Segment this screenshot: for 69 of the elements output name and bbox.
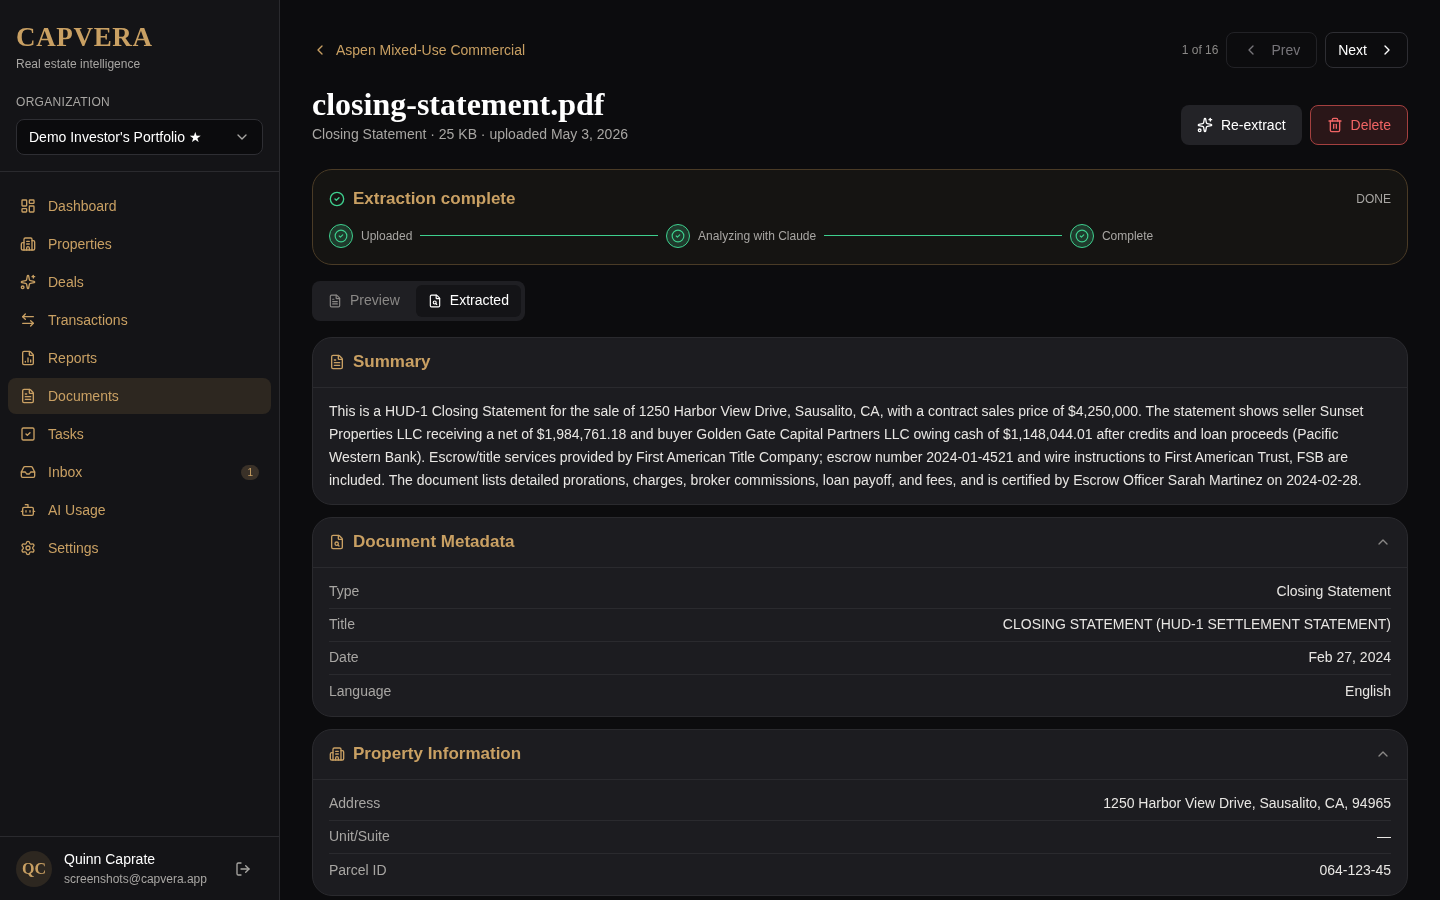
section-title: Document Metadata (353, 531, 515, 554)
delete-button[interactable]: Delete (1309, 105, 1408, 145)
trash-icon (1326, 117, 1343, 133)
user-avatar: QC (16, 850, 52, 887)
file-search-icon (427, 293, 442, 308)
breadcrumb-link[interactable]: Aspen Mixed-Use Commercial (312, 39, 526, 61)
user-email: screenshots@capvera.app (64, 871, 208, 888)
field-label: Language (329, 681, 392, 701)
robot-icon (20, 502, 36, 518)
settings-icon (20, 540, 36, 556)
field-value: 1250 Harbor View Drive, Sausalito, CA, 94965 (1103, 794, 1391, 813)
section-title: Summary (353, 351, 431, 374)
status-label: DONE (1356, 190, 1391, 208)
field-value: — (1377, 827, 1391, 846)
view-tab[interactable]: Extracted (415, 284, 521, 317)
arrows-icon (20, 312, 36, 328)
checkbox-icon (20, 426, 36, 442)
summary-text: This is a HUD-1 Closing Statement for the sale of 1250 Harbor View Drive, Sausalito, CA, with a contract sales price of $4,250,000. The statement shows seller Sunset Properties LLC receiving a net of $1,984,761.18 and buyer Golden Gate Capital Partners LLC owing cash of $1,148,044.01 after credits and loan proceeds (Pacific Western Bank). Escrow/title services provided by First American Title Company; escrow number 2024-01-4521 and wire instructions to First American Trust, FSB are included. The document lists detailed prorations, charges, broker commissions, loan payoff, and fees, and is certified by Escrow Officer Sarah Martinez on 2024-02-28. (328, 401, 1365, 490)
field-value: Closing Statement (1276, 582, 1391, 601)
nav-item[interactable]: Inbox 1 (8, 454, 271, 490)
sparkles-icon (1196, 117, 1213, 133)
brand-logo: CAPVERA (16, 24, 154, 51)
page-position: 1 of 16 (1181, 42, 1219, 59)
field-label: Date (329, 648, 359, 667)
nav-item[interactable]: Deals (8, 264, 271, 300)
nav-item[interactable]: Settings (8, 530, 271, 566)
document-title: closing-statement.pdf (312, 85, 606, 124)
organization-label: ORGANIZATION (16, 94, 112, 111)
brand-tagline: Real estate intelligence (16, 56, 142, 73)
field-label: Type (329, 582, 360, 601)
building-icon (20, 236, 36, 252)
nav-item[interactable]: AI Usage (8, 492, 271, 528)
building-icon (329, 746, 345, 762)
document-meta: Closing Statement · 25 KB · uploaded May 3, 2026 (312, 125, 628, 144)
document-icon (329, 354, 345, 370)
user-name: Quinn Caprate (64, 850, 157, 869)
document-icon (328, 293, 342, 308)
step-label: Complete (1101, 227, 1154, 245)
field-value: English (1345, 681, 1391, 701)
sparkles-icon (20, 274, 36, 290)
section-title: Property Information (353, 743, 522, 766)
field-label: Parcel ID (329, 860, 387, 880)
field-label: Unit/Suite (329, 827, 390, 846)
file-search-icon (329, 534, 345, 550)
field-label: Title (329, 615, 355, 634)
report-icon (20, 350, 36, 366)
field-label: Address (329, 794, 381, 813)
inbox-icon (20, 464, 36, 480)
extraction-title: Extraction complete (353, 188, 516, 210)
nav-item[interactable]: Tasks (8, 416, 271, 452)
field-value: CLOSING STATEMENT (HUD-1 SETTLEMENT STATEMENT) (1002, 615, 1391, 634)
step-label: Analyzing with Claude (698, 227, 817, 245)
nav-item[interactable]: Transactions (8, 302, 271, 338)
organization-select[interactable]: Demo Investor's Portfolio ★ (16, 119, 263, 155)
check-circle-icon (329, 190, 345, 207)
dashboard-icon (20, 198, 36, 214)
document-icon (20, 388, 36, 404)
nav-item[interactable]: Documents (8, 378, 271, 414)
field-value: Feb 27, 2024 (1308, 648, 1391, 667)
step-label: Uploaded (361, 227, 413, 245)
logout-icon[interactable] (235, 860, 251, 877)
view-tab[interactable]: Preview (316, 284, 412, 317)
nav-item[interactable]: Reports (8, 340, 271, 376)
re-extract-button[interactable]: Re-extract (1180, 105, 1302, 145)
nav-item[interactable]: Dashboard (8, 188, 271, 224)
count-badge: 1 (241, 464, 259, 480)
nav-item[interactable]: Properties (8, 226, 271, 262)
field-value: 064-123-45 (1319, 860, 1391, 880)
next-button[interactable]: Next (1325, 32, 1408, 68)
